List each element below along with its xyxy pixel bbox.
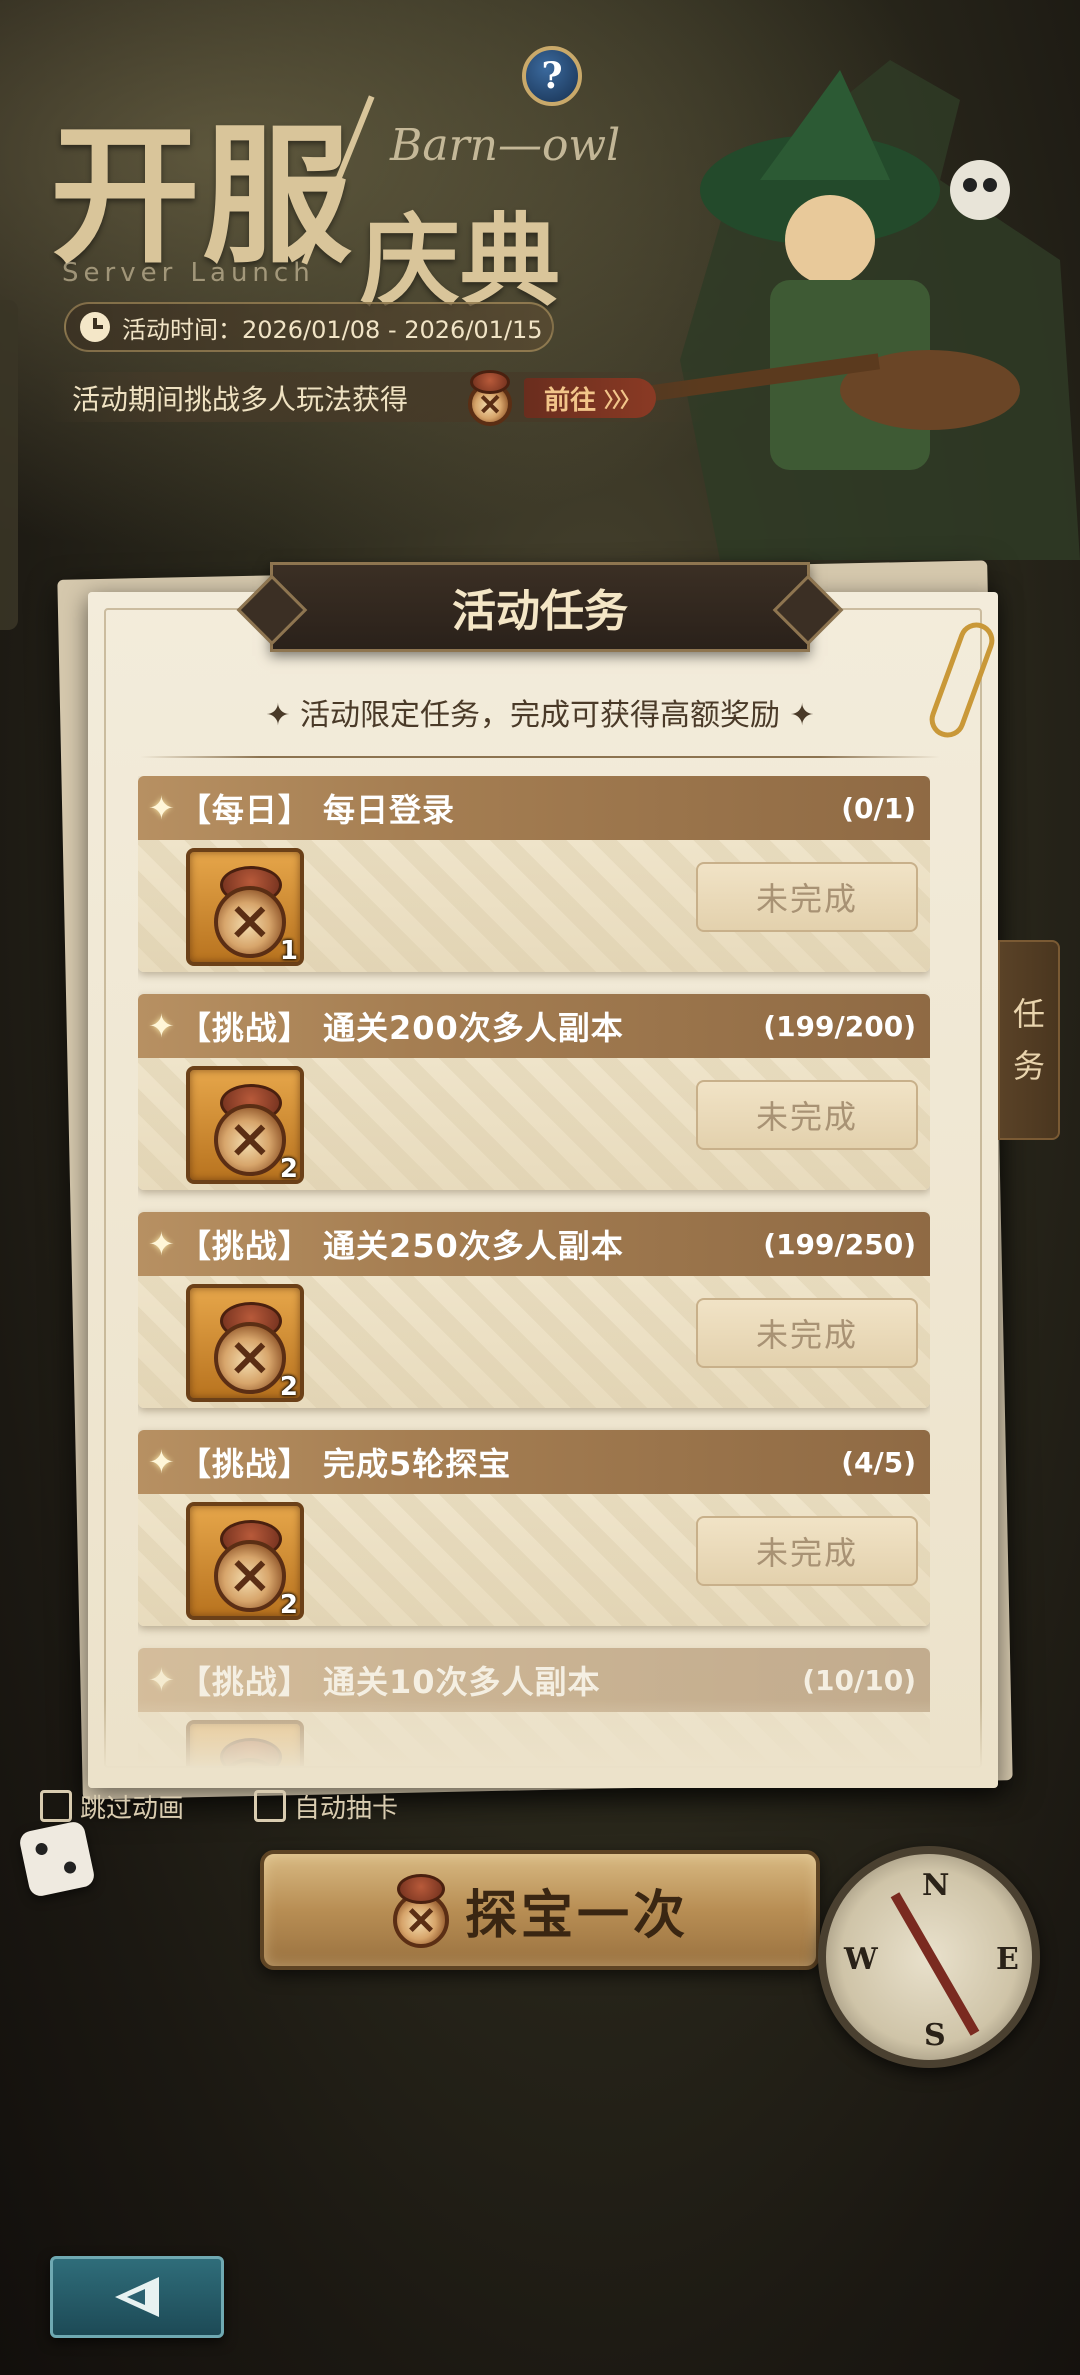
back-button[interactable]: [50, 2256, 224, 2338]
task-list[interactable]: ✦ 【每日】 每日登录 (0/1) 1 未完成 ✦ 【挑战】 通关200次多人副…: [138, 776, 930, 1766]
task-progress: (10/10): [802, 1663, 916, 1697]
star-icon: ✦: [148, 1007, 175, 1045]
compass-icon: [462, 368, 518, 428]
compass-icon: [214, 886, 286, 958]
task-title: 【挑战】 通关200次多人副本: [178, 1009, 624, 1047]
status-button[interactable]: 未完成: [696, 1516, 918, 1586]
task-header: ✦ 【挑战】 通关200次多人副本 (199/200): [138, 994, 930, 1058]
compass-icon: [214, 1540, 286, 1612]
star-icon: ✦: [148, 1225, 175, 1263]
explore-once-label: 探宝一次: [464, 1884, 689, 1946]
back-arrow-icon: [115, 2277, 159, 2317]
task-title: 【挑战】 通关10次多人副本: [178, 1663, 601, 1701]
status-button[interactable]: 未完成: [696, 862, 918, 932]
reward-item[interactable]: 2: [186, 1284, 304, 1402]
task-header: ✦ 【挑战】 完成5轮探宝 (4/5): [138, 1430, 930, 1494]
task-header: ✦ 【挑战】 通关250次多人副本 (199/250): [138, 1212, 930, 1276]
panel-title: 活动任务: [452, 586, 628, 637]
star-icon: ✦: [148, 1443, 175, 1481]
compass-needle: [890, 1892, 980, 2036]
reward-count: 2: [279, 1372, 298, 1402]
compass-letter-e: E: [996, 1942, 1019, 1977]
compass-letter-n: N: [922, 1868, 950, 1903]
task-title: 【每日】 每日登录: [178, 791, 455, 829]
skip-animation-label: 跳过动画: [80, 1793, 185, 1824]
divider: [140, 756, 940, 758]
auto-draw-label: 自动抽卡: [294, 1793, 399, 1824]
task-title: 【挑战】 通关250次多人副本: [178, 1227, 624, 1265]
task-progress: (199/200): [763, 1009, 916, 1043]
task-header: ✦ 【每日】 每日登录 (0/1): [138, 776, 930, 840]
reward-item[interactable]: 1: [186, 848, 304, 966]
task-card: ✦ 【挑战】 通关200次多人副本 (199/200) 2 未完成: [138, 994, 930, 1190]
task-card: ✦ 【挑战】 通关250次多人副本 (199/250) 2 未完成: [138, 1212, 930, 1408]
tab-tasks-char-1: 任: [1012, 995, 1045, 1033]
event-time-text: 活动时间：2026/01/08 - 2026/01/15: [122, 315, 543, 344]
task-body: 2 未完成: [138, 1058, 930, 1190]
goto-group[interactable]: 前往 〉〉〉: [462, 368, 657, 428]
tab-tasks[interactable]: 任 务: [998, 940, 1060, 1140]
tab-tasks-char-2: 务: [1012, 1047, 1045, 1085]
panel-subtitle: ✦ 活动限定任务，完成可获得高额奖励 ✦: [265, 698, 815, 733]
dice-icon: [17, 1819, 97, 1899]
task-body: 1 未完成: [138, 840, 930, 972]
reward-count: 1: [279, 936, 298, 966]
status-button[interactable]: 未完成: [696, 1298, 918, 1368]
panel-title-bar: 活动任务: [270, 562, 810, 652]
reward-item[interactable]: 2: [186, 1066, 304, 1184]
star-icon: ✦: [148, 789, 175, 827]
star-icon: ✦: [148, 1661, 175, 1699]
task-body: 2 未完成: [138, 1494, 930, 1626]
compass-icon: [214, 1322, 286, 1394]
character-illustration: [649, 60, 1080, 560]
compass-decoration-icon: N E S W: [818, 1846, 1040, 2068]
task-title: 【挑战】 完成5轮探宝: [178, 1445, 512, 1483]
compass-icon: [214, 1104, 286, 1176]
compass-letter-s: S: [924, 2018, 946, 2053]
reward-count: 2: [279, 1590, 298, 1620]
task-progress: (0/1): [841, 791, 916, 825]
help-button[interactable]: ?: [522, 46, 582, 106]
task-progress: (199/250): [763, 1227, 916, 1261]
event-info-text: 活动期间挑战多人玩法获得: [72, 383, 409, 416]
compass-icon: [391, 1870, 451, 1950]
event-time-pill: 活动时间：2026/01/08 - 2026/01/15: [64, 302, 554, 352]
goto-button[interactable]: 前往 〉〉〉: [524, 378, 657, 418]
task-card: ✦ 【每日】 每日登录 (0/1) 1 未完成: [138, 776, 930, 972]
task-body: 2 未完成: [138, 1276, 930, 1408]
compass-letter-w: W: [844, 1942, 878, 1977]
goto-arrows-icon: 〉〉〉: [604, 387, 640, 412]
toggle-row: 跳过动画 自动抽卡: [40, 1788, 740, 1824]
reward-count: 2: [279, 1154, 298, 1184]
reward-item[interactable]: 2: [186, 1502, 304, 1620]
left-edge-panel: [0, 300, 18, 630]
task-card: ✦ 【挑战】 完成5轮探宝 (4/5) 2 未完成: [138, 1430, 930, 1626]
goto-label: 前往: [544, 385, 597, 416]
explore-once-button[interactable]: 探宝一次: [260, 1850, 820, 1970]
task-progress: (4/5): [841, 1445, 916, 1479]
title-english: Server Launch: [62, 258, 315, 288]
panel-bottom-fade: [104, 1700, 982, 1770]
auto-draw-checkbox[interactable]: [254, 1790, 287, 1822]
clock-icon: [80, 312, 110, 342]
title-script: Barn—owl: [390, 120, 621, 171]
status-button[interactable]: 未完成: [696, 1080, 918, 1150]
skip-animation-checkbox[interactable]: [40, 1790, 72, 1822]
